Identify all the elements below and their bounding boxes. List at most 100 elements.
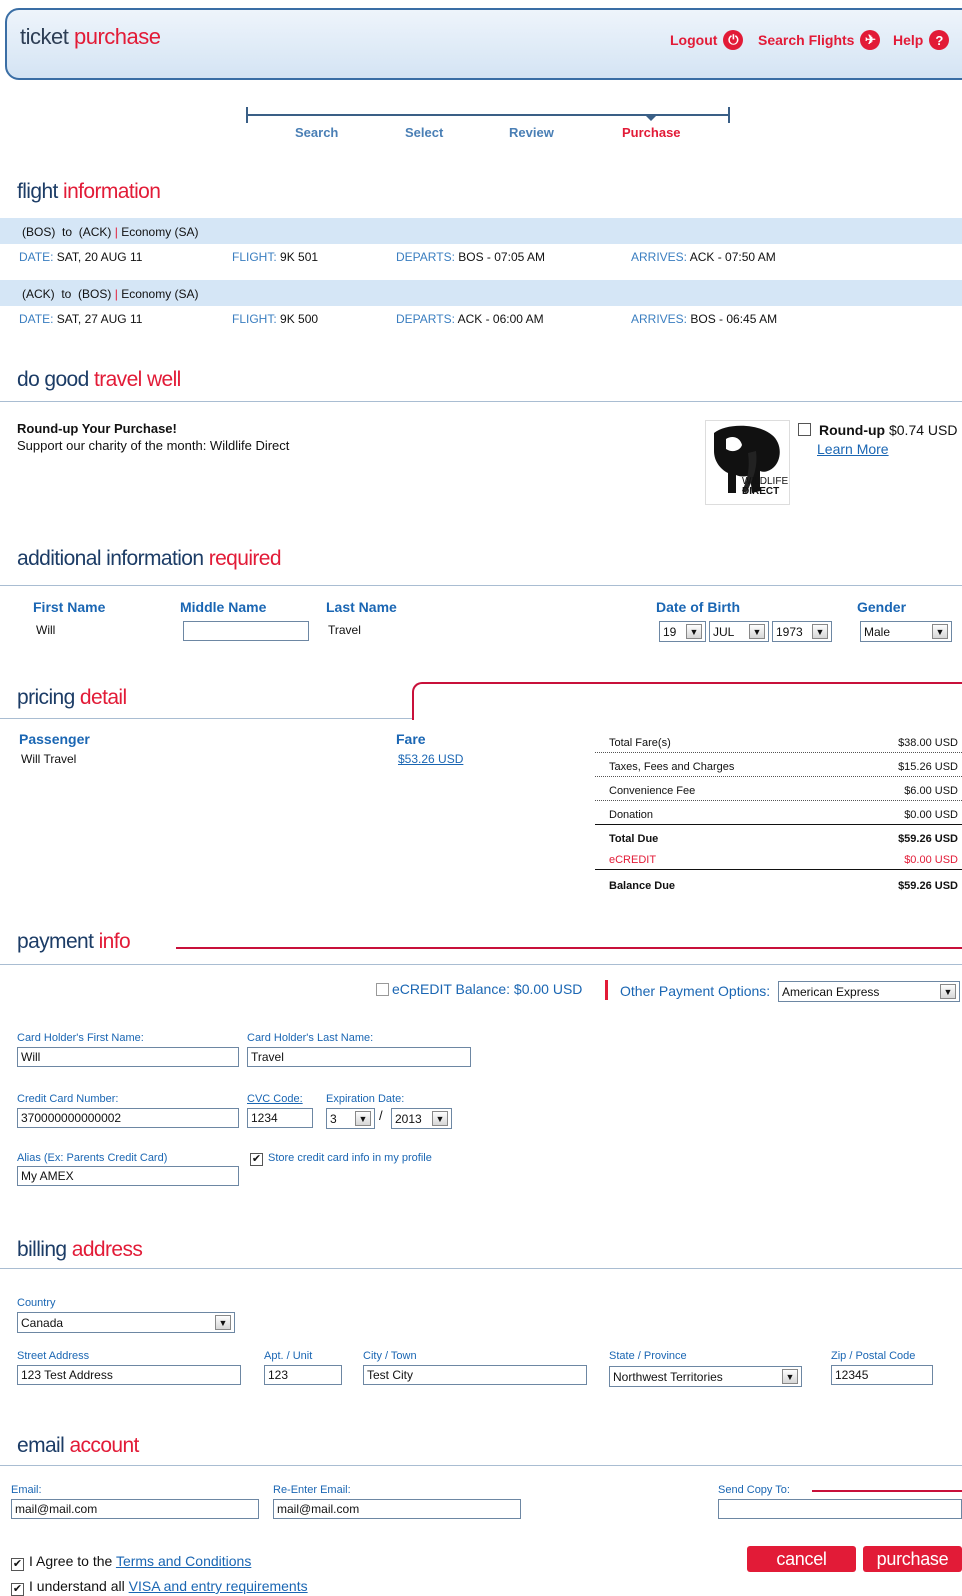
charity-divider [0,401,962,402]
roundup-checkbox[interactable] [798,423,811,439]
gender-label: Gender [857,599,907,615]
learn-more-link[interactable]: Learn More [817,441,889,457]
visa-link[interactable]: VISA and entry requirements [129,1578,308,1594]
state-select[interactable]: Northwest Territories ▼ [609,1366,802,1387]
expiration-label: Expiration Date: [326,1093,405,1105]
dropdown-arrow-icon: ▼ [355,1111,371,1126]
flight-leg-2-arrives: ARRIVES: BOS - 06:45 AM [631,312,778,326]
roundup-heading: Round-up Your Purchase! [17,421,177,436]
zip-input[interactable] [831,1365,933,1385]
holder-last-input[interactable] [247,1047,471,1067]
card-number-label: Credit Card Number: [17,1093,119,1105]
flight-leg-2-departs: DEPARTS: ACK - 06:00 AM [396,312,544,326]
agree-terms-text: I Agree to the Terms and Conditions [29,1553,252,1569]
last-name-label: Last Name [326,599,397,615]
flight-leg-1-departs: DEPARTS: BOS - 07:05 AM [396,250,545,264]
other-payment-label: Other Payment Options: [620,983,771,999]
exp-separator: / [379,1108,383,1123]
apt-label: Apt. / Unit [264,1350,313,1362]
progress-start-tick [246,107,248,123]
country-select[interactable]: Canada ▼ [17,1312,235,1333]
step-search: Search [295,125,339,140]
dropdown-arrow-icon: ▼ [782,1369,798,1384]
price-row-donation: Donation $0.00 USD [595,802,962,825]
ecredit-checkbox[interactable] [376,983,389,999]
exp-year-select[interactable]: 2013 ▼ [391,1108,452,1129]
card-number-input[interactable] [17,1108,239,1128]
help-link[interactable]: Help ? [893,30,950,50]
cvc-input[interactable] [247,1108,313,1128]
alias-label: Alias (Ex: Parents Credit Card) [17,1152,168,1164]
store-card-label: Store credit card info in my profile [268,1152,432,1164]
city-input[interactable] [363,1365,587,1385]
purchase-button[interactable]: purchase [863,1546,962,1572]
dropdown-arrow-icon: ▼ [940,984,956,999]
logout-link[interactable]: Logout ⏻ [670,30,744,50]
price-row-total-fare: Total Fare(s) $38.00 USD [595,730,962,753]
street-label: Street Address [17,1350,90,1362]
dob-day-select[interactable]: 19 ▼ [659,621,706,642]
cvc-label-link[interactable]: CVC Code: [247,1093,303,1105]
visa-text: I understand all VISA and entry requirem… [29,1578,308,1594]
holder-last-label: Card Holder's Last Name: [247,1032,374,1044]
step-review: Review [509,125,554,140]
visa-checkbox[interactable]: ✔ [11,1580,24,1596]
wildlife-direct-logo: WILDLIFE DIRECT [705,420,790,505]
flight-leg-1-arrives: ARRIVES: ACK - 07:50 AM [631,250,776,264]
additional-info-title: additional information required [17,547,282,570]
fare-link[interactable]: $53.26 USD [398,752,463,766]
flight-leg-1-route: (BOS) to (ACK) | Economy (SA) [0,218,962,244]
dob-year-select[interactable]: 1973 ▼ [772,621,832,642]
apt-input[interactable] [264,1365,342,1385]
charity-title: do good travel well [17,368,181,391]
payment-divider [0,964,962,965]
charity-text: Support our charity of the month: Wildli… [17,438,290,453]
payment-separator [605,980,608,1000]
store-card-checkbox[interactable]: ✔ [250,1150,263,1166]
reenter-email-label: Re-Enter Email: [273,1484,351,1496]
alias-input[interactable] [17,1166,239,1186]
additional-divider [0,585,962,586]
reenter-email-input[interactable] [273,1499,521,1519]
dropdown-arrow-icon: ▼ [932,624,948,639]
cancel-button[interactable]: cancel [747,1546,856,1572]
holder-first-input[interactable] [17,1047,239,1067]
payment-title: payment info [17,930,131,953]
flight-info-title: flight information [17,180,161,203]
flight-leg-1-date: DATE: SAT, 20 AUG 11 [19,250,143,264]
step-purchase: Purchase [622,125,681,140]
price-row-ecredit: eCREDIT $0.00 USD [595,847,962,870]
ecredit-balance: eCREDIT Balance: $0.00 USD [392,981,583,997]
country-label: Country [17,1297,56,1309]
gender-select[interactable]: Male ▼ [860,621,952,642]
roundup-label: Round-up $0.74 USD [819,422,958,438]
terms-link[interactable]: Terms and Conditions [116,1553,251,1569]
email-input[interactable] [11,1499,259,1519]
progress-line [246,114,730,116]
price-row-balance-due: Balance Due $59.26 USD [609,880,958,892]
last-name-value: Travel [328,623,361,637]
email-divider [0,1465,962,1466]
email-label: Email: [11,1484,42,1496]
fare-label: Fare [396,731,426,747]
pricing-bracket [412,682,962,720]
email-title: email account [17,1434,139,1457]
send-copy-input[interactable] [718,1499,962,1519]
passenger-label: Passenger [19,731,90,747]
send-copy-label: Send Copy To: [718,1484,790,1496]
pricing-title: pricing detail [17,686,127,709]
search-flights-link[interactable]: Search Flights ✈ [758,30,881,50]
dropdown-arrow-icon: ▼ [749,624,765,639]
dropdown-arrow-icon: ▼ [812,624,828,639]
agree-terms-checkbox[interactable]: ✔ [11,1555,24,1571]
send-copy-red-rule [812,1490,962,1492]
progress-caret-icon [645,115,657,121]
street-input[interactable] [17,1365,241,1385]
dropdown-arrow-icon: ▼ [215,1315,231,1330]
power-icon: ⏻ [723,30,744,50]
passenger-name: Will Travel [21,752,77,766]
exp-month-select[interactable]: 3 ▼ [326,1108,375,1129]
payment-options-select[interactable]: American Express ▼ [778,981,960,1002]
middle-name-input[interactable] [183,621,309,641]
dob-month-select[interactable]: JUL ▼ [709,621,769,642]
